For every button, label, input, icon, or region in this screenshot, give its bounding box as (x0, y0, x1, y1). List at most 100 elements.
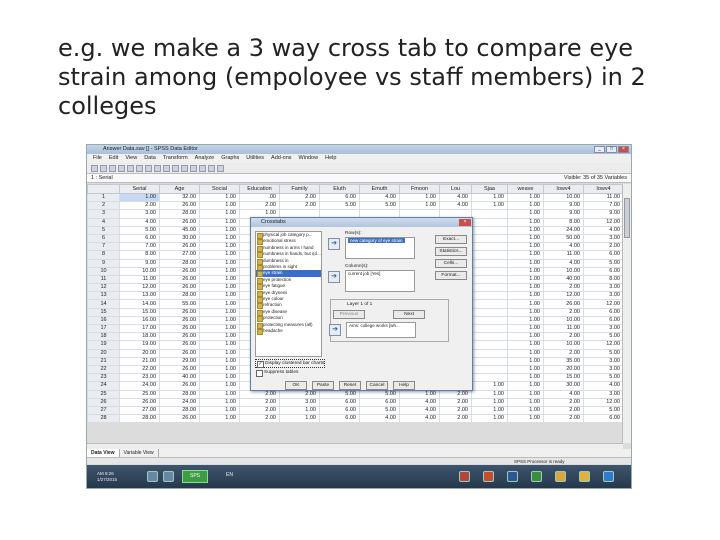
row-number[interactable]: 28 (87, 414, 120, 424)
cells-button[interactable]: Cells... (435, 259, 467, 268)
data-cell[interactable]: 12.00 (583, 217, 624, 227)
data-cell[interactable]: 5.00 (583, 332, 624, 342)
data-cell[interactable] (471, 315, 508, 326)
data-cell[interactable] (471, 356, 508, 366)
format-button[interactable]: Format... (435, 271, 467, 280)
cell-editor-bar[interactable]: 1 : Serial Visible: 35 of 35 Variables (87, 174, 631, 183)
data-cell[interactable]: 1.00 (507, 250, 544, 260)
data-cell[interactable]: 2.00 (279, 389, 320, 399)
data-cell[interactable]: 2.00 (543, 348, 584, 358)
data-cell[interactable]: 6.00 (583, 307, 624, 317)
data-cell[interactable]: 11.00 (583, 192, 624, 203)
data-cell[interactable]: 2.00 (583, 242, 624, 252)
data-cell[interactable]: 2.00 (543, 332, 584, 342)
data-cell[interactable]: 9.00 (583, 209, 624, 219)
taskbar-explorer-icon[interactable] (579, 471, 590, 482)
data-cell[interactable]: 26.00 (159, 315, 200, 326)
row-number[interactable]: 22 (87, 364, 120, 375)
exact-button[interactable]: Exact... (435, 235, 467, 244)
data-cell[interactable]: 3.00 (583, 323, 624, 334)
data-cell[interactable]: 28.00 (159, 405, 200, 416)
data-cell[interactable]: 26.00 (159, 217, 200, 227)
data-cell[interactable]: 1.00 (199, 356, 240, 366)
data-cell[interactable]: 6.00 (119, 233, 160, 244)
data-cell[interactable]: 1.00 (199, 209, 240, 219)
tab-variable-view[interactable]: Variable View (120, 449, 159, 457)
row-number[interactable]: 5 (87, 225, 120, 235)
data-cell[interactable]: 1.00 (507, 340, 544, 350)
taskbar-app-icon[interactable] (555, 471, 566, 482)
row-number[interactable]: 16 (87, 315, 120, 326)
data-cell[interactable]: 2.00 (239, 201, 280, 211)
column-header[interactable]: weave (507, 184, 544, 194)
data-cell[interactable]: 1.00 (507, 209, 544, 219)
data-cell[interactable]: 5.00 (583, 348, 624, 358)
data-cell[interactable]: 32.00 (159, 192, 200, 203)
data-cell[interactable]: 27.00 (159, 250, 200, 260)
data-cell[interactable]: 11.00 (543, 323, 584, 334)
row-number[interactable]: 27 (87, 405, 120, 416)
menu-item-edit[interactable]: Edit (109, 154, 118, 163)
data-cell[interactable]: 1.00 (119, 192, 160, 203)
data-cell[interactable]: 3.00 (583, 283, 624, 293)
data-cell[interactable]: 1.00 (507, 274, 544, 285)
data-cell[interactable]: 1.00 (471, 201, 508, 211)
data-cell[interactable]: 1.00 (399, 192, 440, 203)
data-cell[interactable]: 1.00 (279, 405, 320, 416)
data-cell[interactable]: 40.00 (159, 373, 200, 383)
data-cell[interactable] (471, 348, 508, 358)
data-cell[interactable]: 1.00 (507, 405, 544, 416)
data-cell[interactable]: 10.00 (543, 192, 584, 203)
vertical-scrollbar[interactable] (622, 184, 631, 443)
menu-item-view[interactable]: View (125, 154, 137, 163)
row-number[interactable]: 25 (87, 389, 120, 399)
data-cell[interactable]: 4.00 (399, 414, 440, 424)
row-number[interactable]: 1 (87, 192, 120, 203)
data-cell[interactable] (471, 217, 508, 227)
data-cell[interactable]: 4.00 (583, 381, 624, 391)
data-cell[interactable]: 28.00 (159, 291, 200, 301)
data-cell[interactable]: 2.00 (279, 201, 320, 211)
recall-dialog-icon[interactable] (118, 165, 125, 172)
data-cell[interactable] (471, 274, 508, 285)
data-cell[interactable]: 1.00 (507, 373, 544, 383)
data-cell[interactable]: 15.00 (119, 307, 160, 317)
data-cell[interactable]: 1.00 (199, 283, 240, 293)
taskbar-app-icon[interactable] (459, 471, 470, 482)
data-cell[interactable]: 2.00 (439, 389, 472, 399)
data-cell[interactable]: 26.00 (119, 397, 160, 407)
data-cell[interactable]: 7.00 (583, 201, 624, 211)
variables-icon[interactable] (154, 165, 161, 172)
data-cell[interactable]: 5.00 (583, 373, 624, 383)
data-cell[interactable]: 1.00 (507, 389, 544, 399)
row-number[interactable]: 6 (87, 233, 120, 244)
ok-button[interactable]: OK (285, 381, 307, 390)
data-cell[interactable]: 3.00 (583, 356, 624, 366)
data-cell[interactable]: 1.00 (199, 315, 240, 326)
data-cell[interactable]: 10.00 (543, 315, 584, 326)
data-cell[interactable]: 3.00 (583, 389, 624, 399)
variable-list[interactable]: physical job category p... emotional stre… (255, 231, 322, 357)
row-number[interactable]: 24 (87, 381, 120, 391)
menu-item-graphs[interactable]: Graphs (221, 154, 239, 163)
statistics-button[interactable]: Statistics... (435, 247, 467, 256)
data-cell[interactable]: 2.00 (439, 414, 472, 424)
menu-item-add-ons[interactable]: Add-ons (271, 154, 292, 163)
tab-data-view[interactable]: Data View (87, 449, 120, 457)
data-cell[interactable]: 18.00 (119, 332, 160, 342)
data-cell[interactable]: 55.00 (159, 299, 200, 309)
split-file-icon[interactable] (190, 165, 197, 172)
data-cell[interactable] (471, 340, 508, 350)
data-cell[interactable]: 3.00 (583, 291, 624, 301)
data-cell[interactable]: 13.00 (119, 291, 160, 301)
taskbar-app-icon[interactable] (147, 471, 158, 482)
redo-icon[interactable] (136, 165, 143, 172)
data-cell[interactable]: 1.00 (199, 225, 240, 235)
value-labels-icon[interactable] (217, 165, 224, 172)
row-number[interactable]: 18 (87, 332, 120, 342)
data-cell[interactable]: 8.00 (543, 217, 584, 227)
data-cell[interactable]: 35.00 (543, 356, 584, 366)
data-cell[interactable]: 1.00 (507, 364, 544, 375)
data-cell[interactable]: 1.00 (507, 332, 544, 342)
data-cell[interactable]: 6.00 (583, 250, 624, 260)
